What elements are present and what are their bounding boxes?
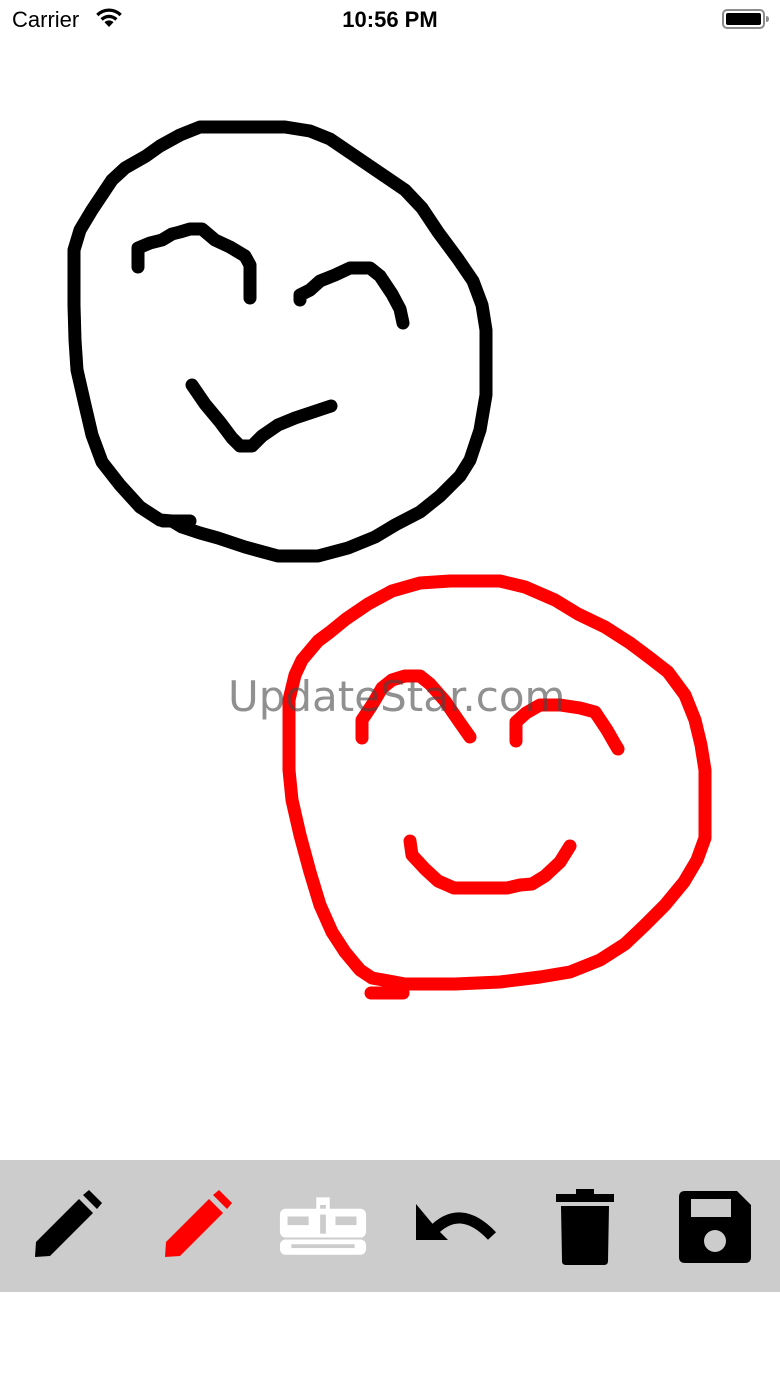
eraser-icon	[279, 1197, 367, 1255]
floppy-disk-icon	[679, 1191, 751, 1263]
save-button[interactable]	[670, 1182, 760, 1272]
stroke-black-face	[67, 120, 493, 563]
eraser-button[interactable]	[278, 1182, 368, 1272]
stroke-red-face	[282, 574, 712, 1000]
pencil-icon	[35, 1190, 102, 1257]
clear-button[interactable]	[540, 1182, 630, 1272]
drawing-canvas[interactable]	[0, 40, 780, 1160]
black-pencil-button[interactable]	[20, 1182, 110, 1272]
trash-icon	[556, 1189, 614, 1265]
status-time: 10:56 PM	[342, 7, 438, 32]
toolbar	[0, 1160, 780, 1292]
status-bar: Carrier 10:56 PM	[0, 0, 780, 40]
pencil-icon	[165, 1190, 232, 1257]
undo-button[interactable]	[410, 1182, 500, 1272]
battery-full-icon	[722, 9, 769, 29]
red-pencil-button[interactable]	[150, 1182, 240, 1272]
undo-icon	[416, 1204, 497, 1240]
drawing-surface[interactable]	[0, 40, 780, 1160]
